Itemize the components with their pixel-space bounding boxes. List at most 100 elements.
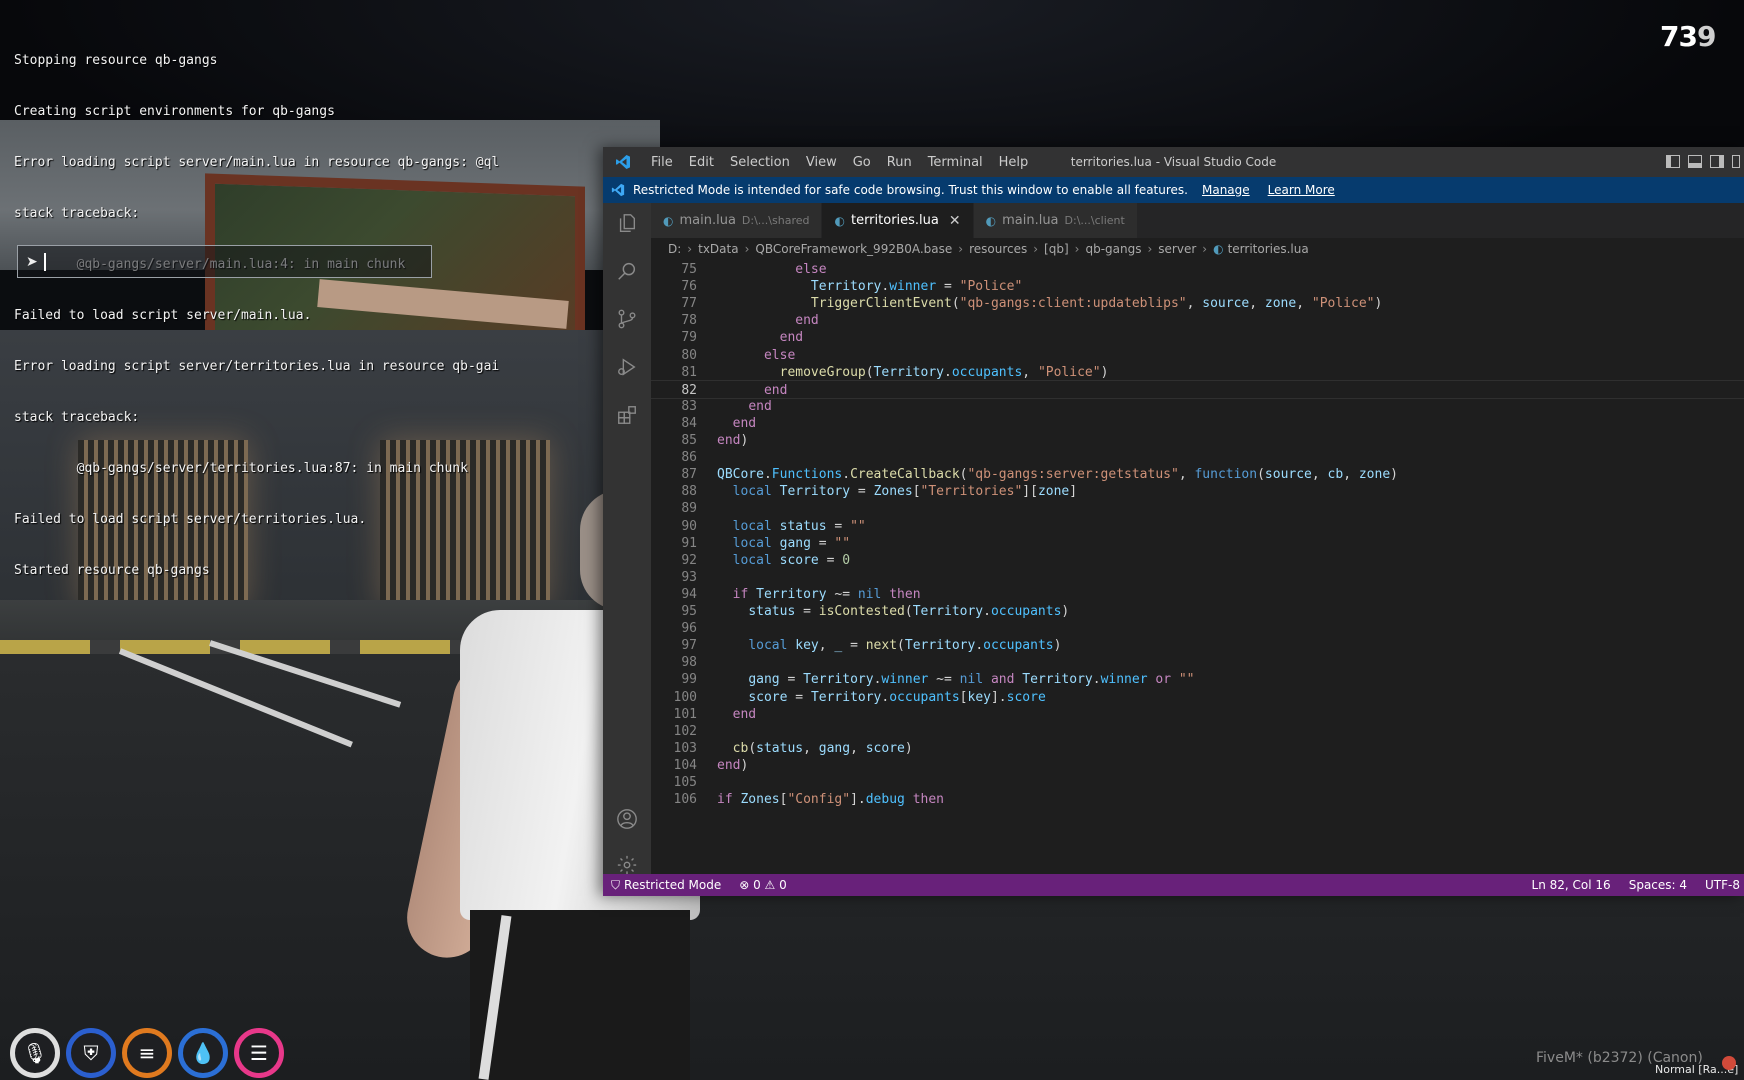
toggle-secondary-sidebar-icon[interactable] xyxy=(1710,155,1724,168)
breadcrumb-item[interactable]: [qb] xyxy=(1044,242,1069,256)
customize-layout-icon[interactable] xyxy=(1732,155,1740,168)
code-token: Territory xyxy=(803,672,874,688)
accounts-icon[interactable] xyxy=(615,807,639,831)
code-token: "Police" xyxy=(959,279,1023,295)
code-token: end xyxy=(795,313,819,329)
code-token: CreateCallback xyxy=(850,467,960,483)
code-token: removeGroup xyxy=(779,364,866,380)
thirst-icon: 💧 xyxy=(178,1028,228,1078)
code-token: then xyxy=(912,792,945,808)
code-token: , xyxy=(1178,467,1195,483)
search-icon[interactable] xyxy=(615,259,639,283)
shield-icon: ⛉ xyxy=(611,877,621,892)
code-token: end xyxy=(717,433,741,448)
code-token: = xyxy=(810,535,835,551)
restricted-mode-status[interactable]: ⛉ Restricted Mode xyxy=(603,874,730,896)
code-token: cb xyxy=(1327,467,1344,483)
breadcrumb-item[interactable]: resources xyxy=(969,242,1027,256)
console-line: Started resource qb-gangs xyxy=(14,563,210,578)
manage-link[interactable]: Manage xyxy=(1202,183,1250,197)
code-token: end xyxy=(779,330,804,346)
cursor-position[interactable]: Ln 82, Col 16 xyxy=(1532,878,1611,892)
console-line: stack traceback: xyxy=(14,410,140,425)
banner-message: Restricted Mode is intended for safe cod… xyxy=(633,183,1188,197)
code-token: . xyxy=(975,638,984,654)
breadcrumb-item[interactable]: server xyxy=(1158,242,1196,256)
code-token: ( xyxy=(904,604,913,619)
code-token: ) xyxy=(740,433,749,448)
tab-main-lua-client[interactable]: ◐ main.lua D:\...\client xyxy=(973,203,1138,238)
tab-main-lua-shared[interactable]: ◐ main.lua D:\...\shared xyxy=(651,203,823,238)
code-token: Territory xyxy=(873,364,944,380)
indentation-status[interactable]: Spaces: 4 xyxy=(1629,878,1687,892)
menu-help[interactable]: Help xyxy=(991,155,1037,170)
tab-path: D:\...\shared xyxy=(741,214,810,227)
activity-bar xyxy=(603,203,651,875)
menu-selection[interactable]: Selection xyxy=(722,155,798,170)
code-token: . xyxy=(842,467,851,483)
code-token: [ xyxy=(912,484,921,500)
code-token: ( xyxy=(865,364,874,380)
console-input-box[interactable]: ➤ xyxy=(17,245,432,278)
code-token: = xyxy=(850,484,874,500)
code-token: function xyxy=(1194,467,1258,483)
menu-file[interactable]: File xyxy=(643,155,681,170)
breadcrumb-item[interactable]: qb-gangs xyxy=(1085,242,1141,256)
code-token: end xyxy=(763,382,788,398)
console-line: Failed to load script server/main.lua. xyxy=(14,308,312,323)
encoding-status[interactable]: UTF-8 xyxy=(1705,878,1740,892)
problems-status[interactable]: ⊗ 0 ⚠ 0 xyxy=(729,878,797,892)
code-token: score xyxy=(865,740,905,756)
code-token: "Police" xyxy=(1037,364,1101,380)
run-debug-icon[interactable] xyxy=(615,355,639,379)
breadcrumb-item[interactable]: D: xyxy=(668,242,681,256)
chevron-right-icon: › xyxy=(958,242,964,256)
code-token: ]. xyxy=(990,689,1007,705)
explorer-icon[interactable] xyxy=(615,211,639,235)
code-token: score xyxy=(779,552,819,568)
console-input[interactable] xyxy=(44,252,431,271)
breadcrumb-item[interactable]: territories.lua xyxy=(1228,242,1309,256)
code-token: ) xyxy=(740,757,749,773)
menu-terminal[interactable]: Terminal xyxy=(920,155,991,170)
toggle-sidebar-icon[interactable] xyxy=(1666,155,1680,168)
toggle-panel-icon[interactable] xyxy=(1688,155,1702,168)
menu-edit[interactable]: Edit xyxy=(681,155,722,170)
breadcrumb-item[interactable]: txData xyxy=(698,242,738,256)
code-line[interactable]: 106 if Zones["Config"].debug then xyxy=(651,790,1744,809)
code-token: local xyxy=(732,552,772,568)
code-text: if Zones["Config"].debug then xyxy=(717,790,944,809)
tab-label: main.lua xyxy=(1002,213,1059,228)
menu-view[interactable]: View xyxy=(798,155,845,170)
extensions-icon[interactable] xyxy=(615,403,639,427)
menu-go[interactable]: Go xyxy=(845,155,879,170)
code-token: gang xyxy=(818,740,851,756)
fps-counter: 739 xyxy=(1660,20,1716,53)
code-token: ) xyxy=(1100,364,1109,380)
source-control-icon[interactable] xyxy=(615,307,639,331)
code-token: . xyxy=(983,604,991,619)
restricted-mode-banner: Restricted Mode is intended for safe cod… xyxy=(603,177,1744,203)
code-token: status xyxy=(756,740,804,756)
chevron-right-icon: › xyxy=(687,242,693,256)
close-icon[interactable]: ✕ xyxy=(949,213,961,229)
code-editor[interactable]: 75 else 76 Territory.winner = "Police" 77 … xyxy=(651,260,1744,874)
learn-more-link[interactable]: Learn More xyxy=(1268,183,1335,197)
breadcrumb-item[interactable]: QBCoreFramework_992B0A.base xyxy=(755,242,952,256)
menu-run[interactable]: Run xyxy=(879,155,920,170)
code-token: Territory xyxy=(756,586,827,602)
code-token: and xyxy=(990,672,1015,688)
code-token: zone xyxy=(1037,484,1070,500)
status-bar: ⛉ Restricted Mode ⊗ 0 ⚠ 0 Ln 82, Col 16 … xyxy=(603,874,1744,896)
code-token: , xyxy=(803,740,819,756)
code-token: key xyxy=(795,638,819,654)
code-token: ) xyxy=(904,740,913,756)
code-token: = xyxy=(826,518,851,534)
code-token: zone xyxy=(1264,296,1297,312)
code-token: debug xyxy=(865,792,905,808)
tab-territories-lua[interactable]: ◐ territories.lua ✕ xyxy=(822,203,974,238)
